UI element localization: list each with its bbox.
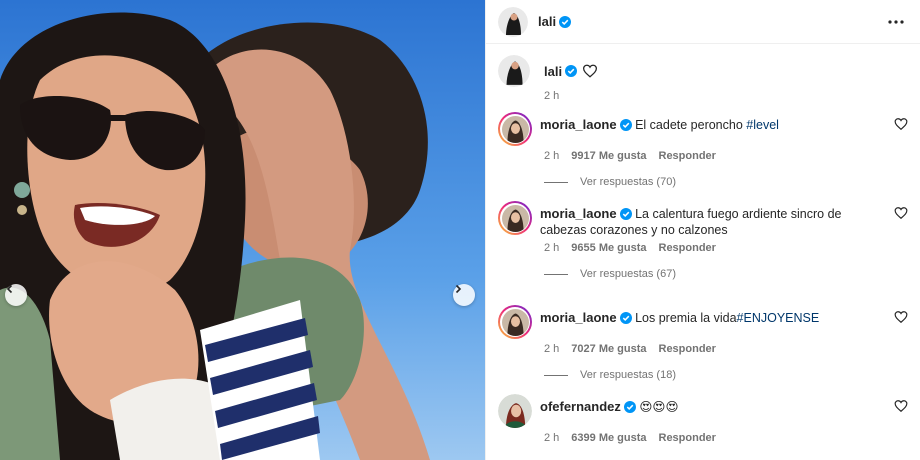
comment-text: moria_laone La calentura fuego ardiente … <box>540 201 880 238</box>
comments-panel: lali lali 2 h moria_laone El cadete pero… <box>485 0 920 460</box>
caption-author-avatar[interactable] <box>498 55 530 87</box>
photo-illustration <box>0 0 485 460</box>
comment-text: ofefernandez 😍😍😍 <box>540 394 880 415</box>
post-photo[interactable] <box>0 0 485 460</box>
post-caption: lali 2 h <box>498 55 908 102</box>
avatar-image <box>501 308 529 336</box>
more-options-button[interactable] <box>884 10 908 34</box>
comment-meta: 2 h 7027 Me gusta Responder <box>544 343 908 355</box>
next-photo-button[interactable] <box>453 284 475 306</box>
chevron-right-icon <box>455 284 462 294</box>
verified-badge-icon <box>559 15 572 28</box>
comment-username[interactable]: moria_laone <box>540 117 617 132</box>
avatar-image <box>498 394 532 428</box>
verified-badge-icon <box>619 312 632 324</box>
comment-item: ofefernandez 😍😍😍 2 h 6399 Me gusta Respo… <box>498 394 908 444</box>
comment-text: moria_laone El cadete peroncho #level <box>540 112 880 133</box>
verified-badge-icon <box>619 208 632 220</box>
comment-likes-count[interactable]: 9655 Me gusta <box>571 242 646 254</box>
avatar-image <box>498 6 528 37</box>
avatar-image <box>501 115 529 143</box>
heart-outline-icon[interactable] <box>894 206 908 220</box>
heart-outline-icon[interactable] <box>894 310 908 324</box>
view-replies-button[interactable]: Ver respuestas (18) <box>544 369 908 381</box>
replies-divider <box>544 374 568 376</box>
author-avatar[interactable] <box>498 6 528 37</box>
avatar-image <box>501 204 529 232</box>
comment-timestamp: 2 h <box>544 343 560 355</box>
replies-divider <box>544 273 568 275</box>
hashtag-link[interactable]: #ENJOYENSE <box>737 311 820 325</box>
comment-username[interactable]: moria_laone <box>540 310 617 325</box>
reply-button[interactable]: Responder <box>659 343 716 355</box>
view-replies-label: Ver respuestas (18) <box>580 369 676 381</box>
comment-item: moria_laone La calentura fuego ardiente … <box>498 201 908 280</box>
reply-button[interactable]: Responder <box>659 242 716 254</box>
commenter-avatar[interactable] <box>498 201 532 235</box>
reply-button[interactable]: Responder <box>659 150 716 162</box>
view-replies-button[interactable]: Ver respuestas (70) <box>544 176 908 188</box>
comment-likes-count[interactable]: 7027 Me gusta <box>571 343 646 355</box>
comment-meta: 2 h 9655 Me gusta Responder <box>544 242 908 254</box>
hashtag-link[interactable]: #level <box>746 118 779 132</box>
caption-username[interactable]: lali <box>544 64 562 79</box>
comment-meta: 2 h 9917 Me gusta Responder <box>544 150 908 162</box>
view-replies-label: Ver respuestas (67) <box>580 268 676 280</box>
heart-outline-icon[interactable] <box>894 399 908 413</box>
heart-outline-icon[interactable] <box>894 117 908 131</box>
author-username[interactable]: lali <box>538 14 556 29</box>
view-replies-label: Ver respuestas (70) <box>580 176 676 188</box>
comment-body: El cadete peroncho <box>635 118 747 132</box>
comment-body: 😍😍😍 <box>639 400 679 414</box>
comment-timestamp: 2 h <box>544 242 560 254</box>
commenter-avatar[interactable] <box>498 394 532 428</box>
previous-photo-button[interactable] <box>5 284 27 306</box>
comment-username[interactable]: moria_laone <box>540 206 617 221</box>
commenter-avatar[interactable] <box>498 305 532 339</box>
caption-timestamp: 2 h <box>544 90 560 102</box>
view-replies-button[interactable]: Ver respuestas (67) <box>544 268 908 280</box>
comment-timestamp: 2 h <box>544 432 560 444</box>
reply-button[interactable]: Responder <box>659 432 716 444</box>
verified-badge-icon <box>565 65 578 77</box>
comment-item: moria_laone El cadete peroncho #level 2 … <box>498 112 908 188</box>
verified-badge-icon <box>623 401 636 413</box>
comment-likes-count[interactable]: 9917 Me gusta <box>571 150 646 162</box>
comment-body: Los premia la vida <box>635 311 737 325</box>
replies-divider <box>544 181 568 183</box>
comment-username[interactable]: ofefernandez <box>540 399 621 414</box>
commenter-avatar[interactable] <box>498 112 532 146</box>
comment-meta: 2 h 6399 Me gusta Responder <box>544 432 908 444</box>
comment-likes-count[interactable]: 6399 Me gusta <box>571 432 646 444</box>
more-horizontal-icon <box>888 20 904 24</box>
comment-timestamp: 2 h <box>544 150 560 162</box>
comment-item: moria_laone Los premia la vida#ENJOYENSE… <box>498 305 908 381</box>
avatar-image <box>498 55 530 87</box>
heart-outline-icon[interactable] <box>582 64 598 78</box>
comment-text: moria_laone Los premia la vida#ENJOYENSE <box>540 305 880 326</box>
chevron-left-icon <box>6 284 13 294</box>
post-header: lali <box>486 0 920 44</box>
verified-badge-icon <box>619 119 632 131</box>
